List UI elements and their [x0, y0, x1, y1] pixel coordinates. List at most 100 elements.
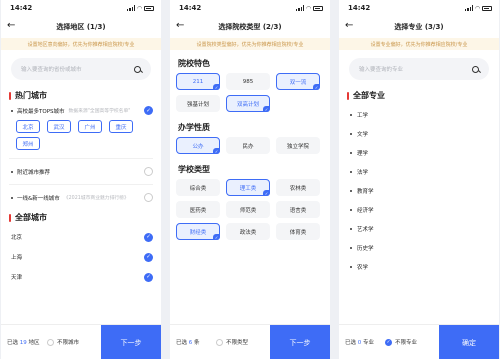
checked-icon[interactable]: ✓: [144, 272, 153, 282]
option-pill[interactable]: 独立学院: [276, 137, 320, 154]
back-arrow-icon[interactable]: ←: [7, 20, 15, 31]
major-item[interactable]: 经济学: [339, 200, 499, 219]
wifi-icon: ◠: [306, 4, 311, 12]
city-row[interactable]: 天津 ✓: [1, 267, 161, 287]
checked-icon[interactable]: ✓: [144, 252, 153, 262]
option-pill[interactable]: 民办: [226, 137, 270, 154]
selected-check-icon: ✓: [313, 84, 320, 90]
chip-city[interactable]: 广州: [78, 120, 102, 133]
option-pill[interactable]: 医药类: [176, 201, 220, 218]
city-label: 上海: [11, 255, 23, 261]
section-all-majors: 全部专业: [347, 90, 491, 101]
page-title: 选择院校类型 (2/3): [218, 23, 282, 31]
bullet-icon: [350, 113, 352, 116]
chip-city[interactable]: 北京: [16, 120, 40, 133]
chip-city[interactable]: 武汉: [47, 120, 71, 133]
option-pill[interactable]: 农林类: [276, 179, 320, 196]
section-marker: [9, 91, 11, 100]
bottom-bar: 已选 19 地区 不限城市 下一步: [1, 324, 161, 359]
screen-select-school-type: 14:42 ◠ ← 选择院校类型 (2/3) 设置院校类型偏好，优先为你推荐相应…: [170, 0, 330, 359]
bullet-icon: [350, 246, 352, 249]
search-icon[interactable]: [134, 65, 141, 73]
option-pill[interactable]: 政法类: [226, 223, 270, 240]
option-pill[interactable]: 985: [226, 73, 270, 90]
chip-city[interactable]: 重庆: [109, 120, 133, 133]
section-title: 院校特色: [178, 59, 210, 68]
selected-count: 已选 19 地区: [7, 340, 40, 346]
option-pill[interactable]: 体育类: [276, 223, 320, 240]
major-item[interactable]: 工学: [339, 105, 499, 124]
battery-icon: [313, 5, 323, 11]
option-pill[interactable]: 双一流 ✓: [276, 73, 320, 90]
section-marker: [9, 213, 11, 222]
search-input[interactable]: 输入要查询的省份或城市: [11, 58, 151, 80]
major-item[interactable]: 教育学: [339, 181, 499, 200]
major-item[interactable]: 法学: [339, 162, 499, 181]
back-arrow-icon[interactable]: ←: [176, 20, 184, 31]
option-pill[interactable]: 综合类: [176, 179, 220, 196]
nav-bar: ← 选择院校类型 (2/3): [170, 16, 330, 38]
no-limit-toggle[interactable]: 不限类型: [216, 338, 268, 346]
checked-icon[interactable]: ✓: [144, 232, 153, 242]
row-top-cities[interactable]: 高校最多TOPS城市 数据来源"全国高等学校名单" ✓: [1, 104, 161, 117]
unchecked-icon[interactable]: [144, 193, 153, 202]
search-input[interactable]: 输入要查询的专业: [349, 58, 489, 80]
section-title: 全部城市: [15, 213, 47, 222]
chip-city[interactable]: 郑州: [16, 137, 40, 150]
bullet-icon: [350, 265, 352, 268]
option-pill[interactable]: 双高计划 ✓: [226, 95, 270, 112]
major-item[interactable]: 农学: [339, 257, 499, 276]
confirm-button[interactable]: 确定: [439, 325, 499, 359]
search-placeholder: 输入要查询的省份或城市: [21, 67, 82, 73]
notice-banner: 设置专业偏好，优先为你推荐相应院校/专业: [339, 38, 499, 50]
major-item[interactable]: 理学: [339, 143, 499, 162]
option-pill[interactable]: 211 ✓: [176, 73, 220, 90]
option-pill[interactable]: 财经类 ✓: [176, 223, 220, 240]
next-button[interactable]: 下一步: [101, 325, 161, 359]
row-note: 数据来源"全国高等学校名单": [68, 109, 131, 114]
screen-select-major: 14:42 ◠ ← 选择专业 (3/3) 设置专业偏好，优先为你推荐相应院校/专…: [339, 0, 499, 359]
search-placeholder: 输入要查询的专业: [359, 67, 404, 73]
city-label: 北京: [11, 235, 23, 241]
city-row[interactable]: 北京 ✓: [1, 227, 161, 247]
no-limit-toggle[interactable]: 不限城市: [47, 338, 99, 346]
page-title: 选择专业 (3/3): [394, 23, 444, 31]
row-label: 附近城市推荐: [17, 169, 51, 176]
notice-banner: 设置地区意向偏好，优先为你推荐相应院校/专业: [1, 38, 161, 50]
major-label: 工学: [357, 112, 369, 119]
back-arrow-icon[interactable]: ←: [345, 20, 353, 31]
major-label: 农学: [357, 264, 369, 271]
bullet-icon: [11, 196, 13, 199]
option-pill[interactable]: 师范类: [226, 201, 270, 218]
option-pill[interactable]: 理工类 ✓: [226, 179, 270, 196]
radio-icon[interactable]: [216, 338, 223, 346]
checked-icon[interactable]: ✓: [144, 106, 153, 115]
option-pill[interactable]: 强基计划: [176, 95, 220, 112]
search-icon[interactable]: [472, 65, 479, 73]
city-row[interactable]: 上海 ✓: [1, 247, 161, 267]
next-button[interactable]: 下一步: [270, 325, 330, 359]
option-pill[interactable]: 公办 ✓: [176, 137, 220, 154]
section-all-cities: 全部城市: [9, 212, 153, 223]
status-bar: 14:42 ◠: [170, 0, 330, 16]
selected-check-icon: ✓: [263, 106, 270, 112]
no-limit-label: 不限城市: [57, 340, 80, 346]
major-item[interactable]: 文学: [339, 124, 499, 143]
major-item[interactable]: 历史学: [339, 238, 499, 257]
selected-count: 已选 0 专业: [345, 340, 375, 346]
row-tier1-cities[interactable]: 一线&新一线城市 《2021城市商业魅力排行榜》: [1, 189, 161, 206]
option-pill[interactable]: 语言类: [276, 201, 320, 218]
unchecked-icon[interactable]: [144, 167, 153, 176]
major-item[interactable]: 艺术学: [339, 219, 499, 238]
radio-checked-icon[interactable]: ✓: [385, 338, 392, 346]
no-limit-toggle[interactable]: ✓ 不限专业: [385, 338, 437, 346]
radio-icon[interactable]: [47, 338, 54, 346]
option-grid: 公办 ✓ 民办 独立学院: [170, 137, 330, 154]
row-nearby-cities[interactable]: 附近城市推荐: [1, 163, 161, 180]
bullet-icon: [350, 170, 352, 173]
status-time: 14:42: [348, 4, 371, 12]
signal-icon: [127, 5, 136, 11]
status-bar: 14:42 ◠: [1, 0, 161, 16]
major-label: 教育学: [357, 188, 374, 195]
status-icons: ◠: [465, 5, 492, 12]
